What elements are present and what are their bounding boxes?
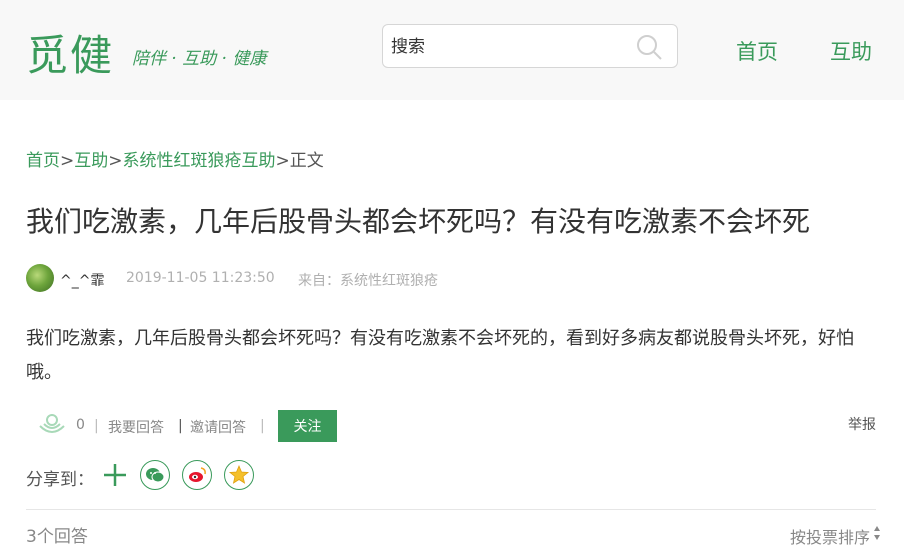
qzone-share-button[interactable] [224, 460, 254, 490]
breadcrumb-group[interactable]: 系统性红斑狼疮互助 [123, 151, 276, 171]
divider: | [178, 418, 183, 434]
post-author[interactable]: ^_^霏 [60, 270, 104, 290]
avatar[interactable] [26, 264, 54, 292]
weibo-icon [189, 467, 206, 482]
breadcrumb: 首页>互助>系统性红斑狼疮互助>正文 [26, 146, 324, 171]
post-title: 我们吃激素，几年后股骨头都会坏死吗？有没有吃激素不会坏死 [26, 205, 811, 238]
breadcrumb-help[interactable]: 互助 [74, 151, 108, 171]
breadcrumb-current: 正文 [289, 151, 324, 171]
wechat-share-button[interactable] [140, 460, 170, 490]
answers-count: 3个回答 [26, 527, 88, 547]
search-icon[interactable] [635, 33, 663, 61]
share-bar: 分享到： [26, 460, 326, 492]
invite-answer-link[interactable]: 邀请回答 [190, 417, 246, 437]
sort-arrows-icon[interactable] [872, 524, 882, 542]
weibo-share-button[interactable] [182, 460, 212, 490]
nav-help-link[interactable]: 互助 [830, 36, 872, 66]
report-link[interactable]: 举报 [848, 414, 876, 434]
post-date: 2019-11-05 11:23:50 [126, 270, 275, 286]
breadcrumb-separator: > [108, 151, 123, 171]
post-body: 我们吃激素，几年后股骨头都会坏死吗？有没有吃激素不会坏死的，看到好多病友都说股骨… [26, 328, 854, 383]
site-logo[interactable]: 觅健 [26, 22, 114, 83]
section-divider [26, 509, 876, 510]
search-box[interactable] [382, 24, 678, 68]
nav-home-link[interactable]: 首页 [736, 36, 778, 66]
breadcrumb-separator: > [60, 151, 75, 171]
follow-button[interactable]: 关注 [278, 410, 337, 442]
share-label: 分享到： [26, 470, 94, 490]
divider: | [260, 418, 265, 434]
site-slogan: 陪伴 · 互助 · 健康 [132, 49, 267, 69]
wechat-icon [146, 468, 165, 483]
like-count: 0 [76, 417, 85, 433]
answer-link[interactable]: 我要回答 [108, 417, 164, 437]
post-source: 来自：系统性红斑狼疮 [298, 273, 438, 289]
breadcrumb-home[interactable]: 首页 [26, 151, 60, 171]
plus-icon[interactable] [100, 460, 130, 490]
breadcrumb-separator: > [275, 151, 290, 171]
site-header: 觅健 陪伴 · 互助 · 健康 首页 互助 [0, 0, 904, 100]
sort-by-votes[interactable]: 按投票排序 [790, 524, 870, 548]
post-actions: 0 | 我要回答 | 邀请回答 | 关注 举报 [36, 410, 876, 442]
star-icon [228, 464, 250, 484]
divider: | [94, 418, 99, 434]
search-input[interactable] [391, 33, 631, 61]
like-icon[interactable] [36, 412, 68, 440]
